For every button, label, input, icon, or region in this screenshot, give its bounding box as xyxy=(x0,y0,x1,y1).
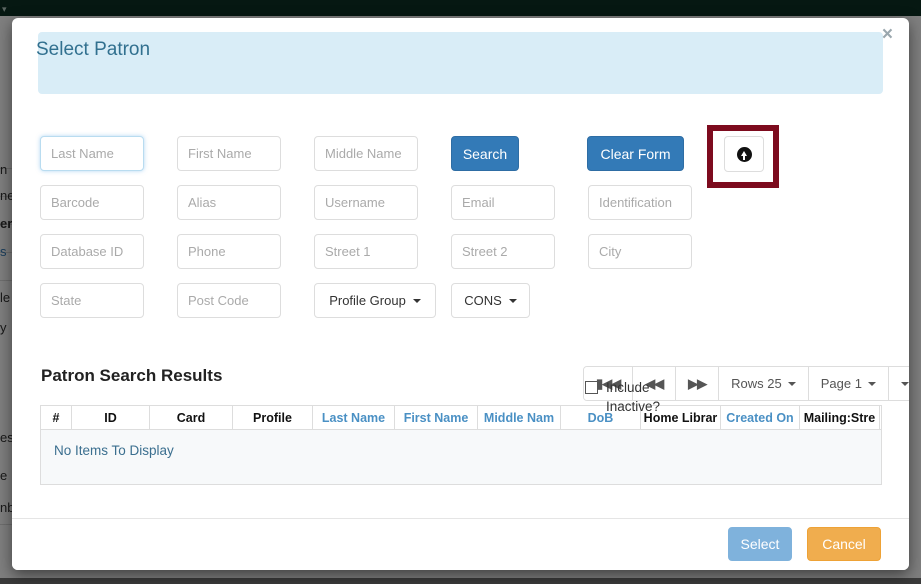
post-code-input[interactable] xyxy=(177,283,281,318)
table-header-row: #IDCardProfileLast NameFirst NameMiddle … xyxy=(41,406,881,430)
column-header[interactable]: Last Name xyxy=(313,406,395,429)
dialog-body: Search Clear Form Profile Group CONS Patron… xyxy=(12,106,909,518)
last-name-input[interactable] xyxy=(40,136,144,171)
dialog-footer: Select Cancel xyxy=(12,518,909,570)
page-number-label: Page 1 xyxy=(821,376,862,391)
state-input[interactable] xyxy=(40,283,144,318)
patron-results-table: #IDCardProfileLast NameFirst NameMiddle … xyxy=(40,405,882,485)
profile-group-dropdown[interactable]: Profile Group xyxy=(314,283,436,318)
column-header[interactable]: Middle Nam xyxy=(478,406,561,429)
bottom-strip xyxy=(0,578,921,584)
results-heading: Patron Search Results xyxy=(41,366,222,386)
profile-group-dropdown-label: Profile Group xyxy=(329,293,406,308)
column-header[interactable]: ID xyxy=(72,406,150,429)
include-inactive-label: Include Inactive? xyxy=(606,378,681,416)
alias-input[interactable] xyxy=(177,185,281,220)
phone-input[interactable] xyxy=(177,234,281,269)
dialog-header xyxy=(38,32,883,94)
chevron-down-icon xyxy=(868,382,876,386)
chevron-down-icon xyxy=(413,299,421,303)
include-inactive-checkbox-group[interactable]: Include Inactive? xyxy=(585,378,681,416)
middle-name-input[interactable] xyxy=(314,136,418,171)
patron-search-form: Search Clear Form Profile Group CONS xyxy=(12,106,909,316)
next-page-glyph: ▶▶ xyxy=(688,376,706,392)
clear-form-button[interactable]: Clear Form xyxy=(587,136,684,171)
street-1-input[interactable] xyxy=(314,234,418,269)
column-header[interactable]: Mailing:Stre xyxy=(800,406,880,429)
org-unit-dropdown[interactable]: CONS xyxy=(451,283,530,318)
barcode-input[interactable] xyxy=(40,185,144,220)
email-input[interactable] xyxy=(451,185,555,220)
chevron-down-icon xyxy=(509,299,517,303)
empty-results-message: No Items To Display xyxy=(54,443,174,458)
rows-per-page-dropdown[interactable]: Rows 25 xyxy=(719,367,809,400)
next-page-icon[interactable]: ▶▶ xyxy=(676,367,719,400)
database-id-input[interactable] xyxy=(40,234,144,269)
identification-input[interactable] xyxy=(588,185,692,220)
city-input[interactable] xyxy=(588,234,692,269)
chevron-down-icon xyxy=(788,382,796,386)
dialog-title: Select Patron xyxy=(36,39,150,61)
pager-more-dropdown[interactable] xyxy=(889,367,909,400)
column-header[interactable]: Profile xyxy=(233,406,313,429)
column-header[interactable]: # xyxy=(41,406,72,429)
select-patron-dialog: Select Patron × Search Clear Form Profile … xyxy=(12,18,909,570)
org-unit-dropdown-label: CONS xyxy=(464,293,502,308)
arrow-up-circle-button[interactable] xyxy=(724,136,764,172)
cancel-button[interactable]: Cancel xyxy=(807,527,881,561)
first-name-input[interactable] xyxy=(177,136,281,171)
column-header[interactable]: Card xyxy=(150,406,233,429)
column-header[interactable]: Created On xyxy=(721,406,800,429)
empty-results-row: No Items To Display xyxy=(41,430,881,484)
username-input[interactable] xyxy=(314,185,418,220)
search-button[interactable]: Search xyxy=(451,136,519,171)
rows-per-page-label: Rows 25 xyxy=(731,376,782,391)
column-header[interactable]: First Name xyxy=(395,406,478,429)
close-icon[interactable]: × xyxy=(876,23,899,46)
street-2-input[interactable] xyxy=(451,234,555,269)
arrow-up-circle-icon xyxy=(737,147,752,162)
include-inactive-checkbox[interactable] xyxy=(585,381,598,394)
page-number-dropdown[interactable]: Page 1 xyxy=(809,367,889,400)
chevron-down-icon xyxy=(901,382,909,386)
select-button[interactable]: Select xyxy=(728,527,792,561)
